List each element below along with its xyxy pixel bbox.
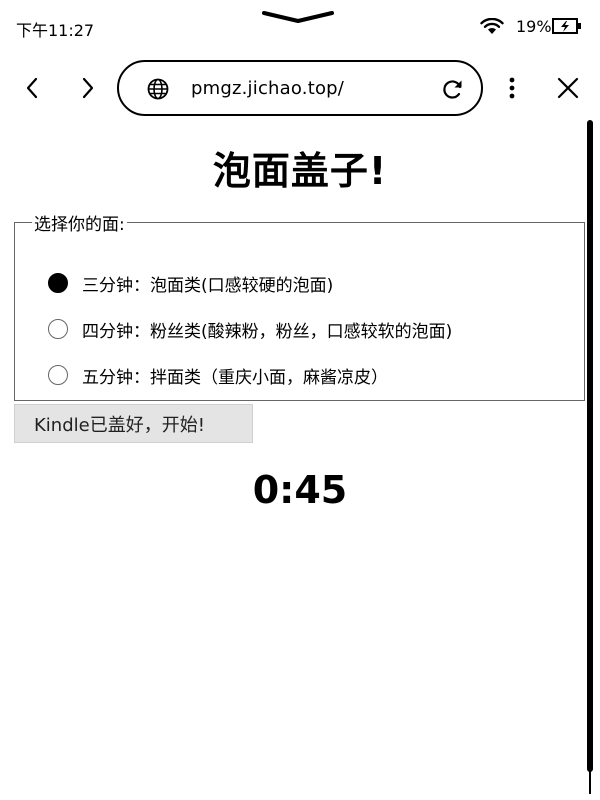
browser-toolbar: pmgz.jichao.top/ <box>0 60 600 118</box>
page-title: 泡面盖子! <box>212 149 388 193</box>
fieldset-legend: 选择你的面: <box>34 215 125 235</box>
forward-button[interactable] <box>68 60 108 116</box>
option-label: 四分钟：粉丝类(酸辣粉，粉丝，口感较软的泡面) <box>82 321 453 342</box>
chevron-left-icon <box>26 77 38 99</box>
battery-percent: 19% <box>516 17 552 36</box>
option-label: 三分钟：泡面类(口感较硬的泡面) <box>82 275 334 296</box>
option-five-minutes[interactable]: 五分钟：拌面类（重庆小面，麻酱凉皮） <box>48 361 388 389</box>
menu-button[interactable] <box>492 60 532 116</box>
chevron-right-icon <box>82 77 94 99</box>
back-button[interactable] <box>12 60 52 116</box>
url-text: pmgz.jichao.top/ <box>191 78 345 99</box>
start-button[interactable]: Kindle已盖好，开始! <box>14 404 253 443</box>
globe-icon <box>147 78 169 100</box>
close-icon <box>557 77 579 99</box>
option-three-minutes[interactable]: 三分钟：泡面类(口感较硬的泡面) <box>48 269 333 297</box>
scrollbar[interactable] <box>587 120 593 772</box>
radio-four-minutes[interactable] <box>48 319 68 339</box>
noodle-options-fieldset: 选择你的面: 三分钟：泡面类(口感较硬的泡面) 四分钟：粉丝类(酸辣粉，粉丝，口… <box>14 210 585 401</box>
option-four-minutes[interactable]: 四分钟：粉丝类(酸辣粉，粉丝，口感较软的泡面) <box>48 315 452 343</box>
countdown-timer: 0:45 <box>252 468 348 512</box>
option-label: 五分钟：拌面类（重庆小面，麻酱凉皮） <box>82 367 388 388</box>
address-bar[interactable]: pmgz.jichao.top/ <box>117 60 483 116</box>
wifi-icon <box>480 18 504 34</box>
status-time: 下午11:27 <box>16 21 95 40</box>
status-bar: 下午11:27 19% <box>0 0 600 54</box>
radio-three-minutes[interactable] <box>48 273 68 293</box>
close-button[interactable] <box>548 60 588 116</box>
battery-charging-icon <box>552 18 581 34</box>
pull-down-handle-icon[interactable] <box>262 10 334 24</box>
reload-icon[interactable] <box>441 77 465 101</box>
radio-five-minutes[interactable] <box>48 365 68 385</box>
scrollbar-track <box>589 770 591 794</box>
more-vertical-icon <box>509 77 515 99</box>
